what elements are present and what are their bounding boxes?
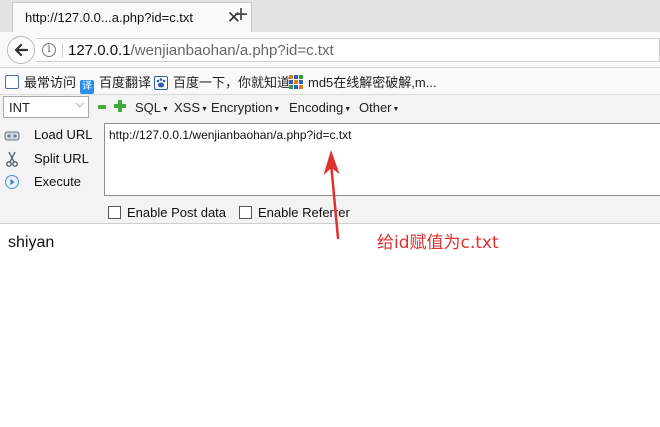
menu-label: XSS: [174, 100, 201, 115]
bookmark-label: md5在线解密破解,m...: [308, 75, 437, 90]
baidu-paw-icon: [154, 76, 168, 90]
increase-icon[interactable]: [114, 100, 126, 112]
chevron-down-icon: ⌵: [75, 98, 84, 110]
dropdown-arrow-icon: ▼: [344, 106, 352, 113]
bookmark-label: 最常访问: [24, 75, 77, 90]
type-select-value: INT: [9, 100, 30, 115]
bookmark-most-visited[interactable]: 最常访问: [5, 72, 76, 90]
info-icon[interactable]: i: [42, 43, 56, 57]
back-arrow-icon: [14, 43, 29, 57]
address-separator: [62, 43, 63, 58]
checkbox-box[interactable]: [108, 206, 121, 219]
load-url-icon: [4, 131, 20, 141]
menu-other[interactable]: Other▼: [359, 100, 399, 115]
most-visited-icon: [5, 75, 19, 89]
play-icon: [5, 175, 19, 189]
translate-icon: 译: [80, 80, 94, 94]
browser-tab[interactable]: http://127.0.0...a.php?id=c.txt ✕: [12, 2, 252, 32]
address-text[interactable]: 127.0.0.1/wenjianbaohan/a.php?id=c.txt: [68, 42, 334, 59]
menu-label: Encryption: [211, 100, 273, 115]
address-bar[interactable]: i 127.0.0.1/wenjianbaohan/a.php?id=c.txt: [36, 38, 660, 62]
scissors-icon: [6, 151, 18, 167]
hackbar-panel: INT ⌵ SQL▼ XSS▼ Encryption▼ Encoding▼ Ot…: [0, 94, 660, 224]
menu-label: SQL: [135, 100, 162, 115]
bookmark-baidu-translate[interactable]: 译百度翻译: [80, 72, 152, 94]
menu-xss[interactable]: XSS▼: [174, 100, 208, 115]
annotation-text: 给id赋值为c.txt: [377, 233, 499, 253]
menu-sql[interactable]: SQL▼: [135, 100, 169, 115]
type-select[interactable]: INT ⌵: [3, 96, 89, 118]
dropdown-arrow-icon: ▼: [392, 106, 400, 113]
address-host: 127.0.0.1: [68, 42, 131, 59]
menu-label: Encoding: [289, 100, 344, 115]
dropdown-arrow-icon: ▼: [201, 106, 208, 113]
dropdown-arrow-icon: ▼: [162, 106, 169, 113]
navigation-bar: i 127.0.0.1/wenjianbaohan/a.php?id=c.txt: [0, 32, 660, 68]
url-textarea-value: http://127.0.0.1/wenjianbaohan/a.php?id=…: [109, 128, 352, 142]
execute-label: Execute: [34, 174, 81, 189]
grid-icon: [289, 75, 303, 89]
bookmark-label: 百度翻译: [99, 75, 152, 90]
dropdown-arrow-icon: ▼: [273, 106, 281, 113]
menu-encryption[interactable]: Encryption▼: [211, 100, 280, 115]
bookmarks-toolbar: 最常访问 译百度翻译 百度一下，你就知道 md5在线解密破解,m...: [0, 68, 660, 94]
checkbox-box[interactable]: [239, 206, 252, 219]
enable-referrer-label: Enable Referrer: [258, 205, 350, 220]
bookmark-label: 百度一下，你就知道: [173, 75, 291, 90]
enable-referrer-checkbox[interactable]: Enable Referrer: [239, 205, 350, 221]
address-path: /wenjianbaohan/a.php?id=c.txt: [130, 42, 334, 59]
tab-strip: http://127.0.0...a.php?id=c.txt ✕ +: [0, 0, 660, 32]
enable-post-checkbox[interactable]: Enable Post data: [108, 205, 226, 221]
bookmark-md5[interactable]: md5在线解密破解,m...: [289, 72, 437, 90]
split-url-label: Split URL: [34, 151, 89, 166]
menu-encoding[interactable]: Encoding▼: [289, 100, 351, 115]
back-button[interactable]: [7, 36, 35, 64]
bookmark-baidu[interactable]: 百度一下，你就知道: [154, 72, 290, 90]
page-output: shiyan: [8, 234, 55, 251]
load-url-label: Load URL: [34, 127, 93, 142]
enable-post-label: Enable Post data: [127, 205, 227, 220]
tab-title: http://127.0.0...a.php?id=c.txt: [25, 10, 194, 25]
url-textarea[interactable]: http://127.0.0.1/wenjianbaohan/a.php?id=…: [104, 123, 660, 196]
decrease-icon[interactable]: [98, 105, 106, 109]
new-tab-icon[interactable]: +: [234, 2, 248, 28]
menu-label: Other: [359, 100, 392, 115]
